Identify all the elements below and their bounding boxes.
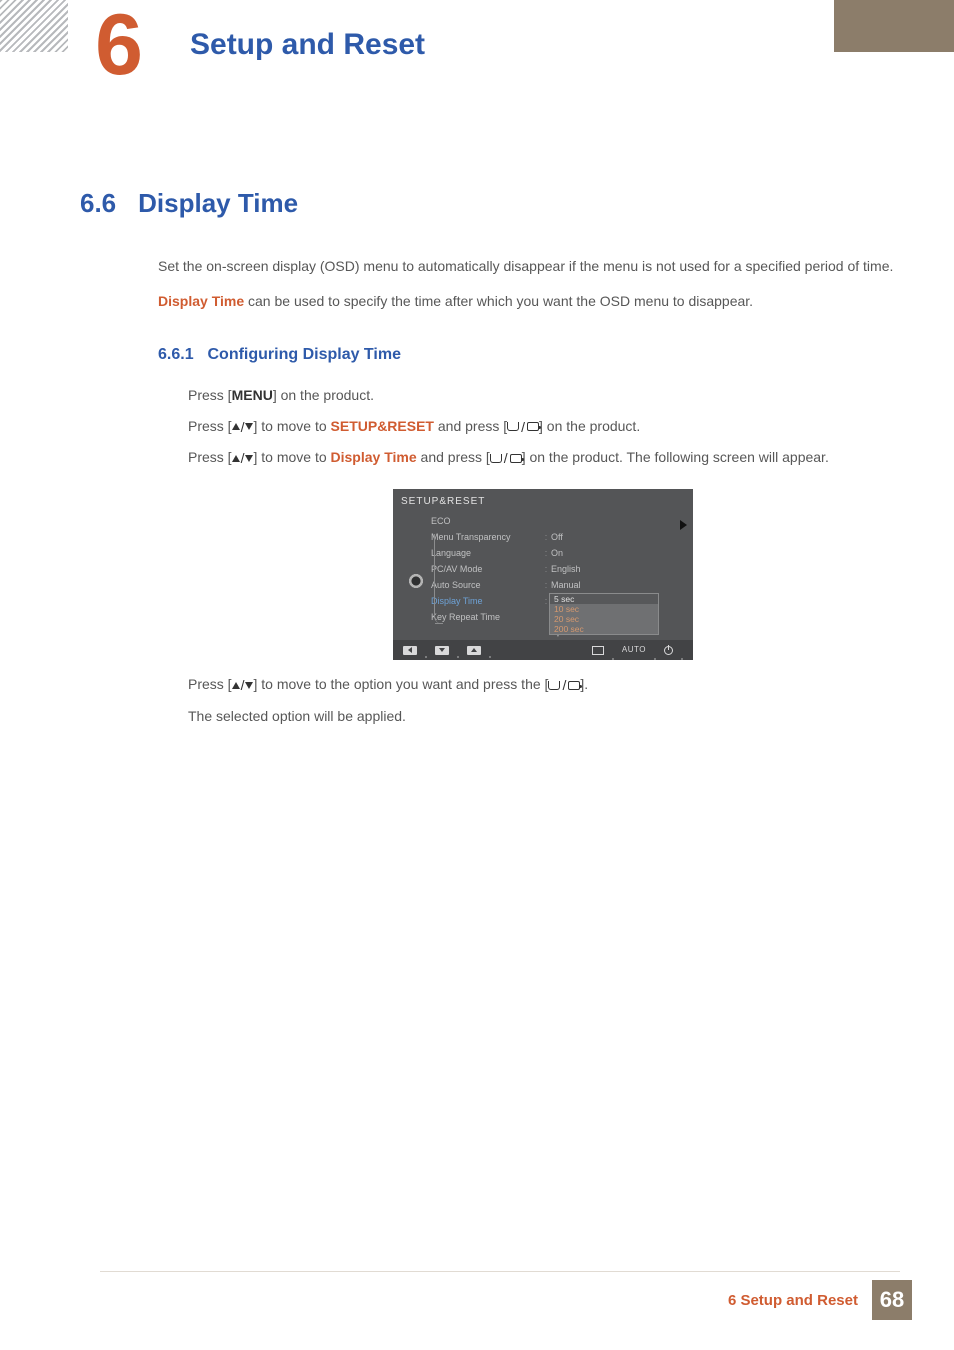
txt: ].: [580, 676, 588, 692]
step-1: Press [MENU] on the product.: [188, 383, 898, 408]
osd-val: On: [551, 546, 685, 562]
footer-rule: [100, 1271, 900, 1272]
return-icon: [592, 646, 604, 655]
subsection-number: 6.6.1: [158, 346, 194, 363]
osd-row-language: Language:On: [431, 546, 685, 562]
chapter-badge: 6: [78, 6, 156, 84]
popup-opt-5sec: 5 sec: [550, 594, 658, 604]
txt: ] to move to: [253, 449, 330, 465]
intro-p2: Display Time can be used to specify the …: [158, 289, 898, 314]
popup-opt-20sec: 20 sec: [550, 614, 658, 624]
txt: ] to move to: [253, 418, 330, 434]
osd-footer: AUTO: [393, 640, 693, 660]
osd-label: ECO: [431, 514, 541, 530]
popup-opt-10sec: 10 sec: [550, 604, 658, 614]
osd-popup: 5 sec 10 sec 20 sec 200 sec: [549, 593, 659, 635]
step-list: Press [MENU] on the product. Press [/] t…: [188, 383, 898, 728]
up-down-icon: /: [232, 446, 254, 471]
section-title: Display Time: [138, 188, 298, 219]
chapter-title: Setup and Reset: [190, 28, 425, 62]
subsection-heading: 6.6.1 Configuring Display Time: [158, 341, 898, 369]
section-body: Set the on-screen display (OSD) menu to …: [158, 254, 898, 734]
txt: ] to move to the option you want and pre…: [253, 676, 548, 692]
txt: Press [: [188, 387, 232, 403]
txt: and press [: [434, 418, 507, 434]
up-down-icon: /: [232, 673, 254, 698]
power-icon: [664, 646, 673, 655]
osd-row-pcav: PC/AV Mode:English: [431, 562, 685, 578]
menu-word: MENU: [232, 387, 273, 403]
osd-val: Manual: [551, 578, 685, 594]
step-4: Press [/] to move to the option you want…: [188, 672, 898, 698]
sep: :: [541, 562, 551, 578]
txt: Press [: [188, 418, 232, 434]
osd-row-transparency: Menu Transparency:Off: [431, 530, 685, 546]
osd-label: PC/AV Mode: [431, 562, 541, 578]
osd-val: English: [551, 562, 685, 578]
sep: :: [541, 546, 551, 562]
sep: :: [541, 578, 551, 594]
popup-opt-200sec: 200 sec: [550, 624, 658, 634]
txt: ] on the product.: [539, 418, 640, 434]
osd-row-eco: ECO: [431, 514, 685, 530]
txt: Press [: [188, 676, 232, 692]
left-nav-icon: [403, 646, 417, 655]
txt: ] on the product.: [273, 387, 374, 403]
txt: The selected option will be applied.: [188, 704, 898, 729]
down-nav-icon: [435, 646, 449, 655]
txt: Press [: [188, 449, 232, 465]
footer-text: 6 Setup and Reset: [728, 1292, 858, 1309]
step-5: The selected option will be applied.: [188, 704, 898, 729]
auto-label: AUTO: [622, 643, 646, 657]
intro-keyword: Display Time: [158, 293, 244, 309]
osd-title: SETUP&RESET: [393, 489, 693, 515]
step-2: Press [/] to move to SETUP&RESET and pre…: [188, 414, 898, 440]
kw: SETUP&RESET: [331, 418, 434, 434]
page-footer: 6 Setup and Reset 68: [728, 1280, 912, 1320]
intro-p1: Set the on-screen display (OSD) menu to …: [158, 254, 898, 279]
enter-icon: /: [548, 673, 580, 698]
osd-label: Language: [431, 546, 541, 562]
osd-label: Key Repeat Time: [431, 610, 541, 626]
kw: Display Time: [331, 449, 417, 465]
txt: and press [: [417, 449, 490, 465]
section-heading: 6.6 Display Time: [80, 188, 298, 219]
sep: :: [541, 530, 551, 546]
section-number: 6.6: [80, 188, 116, 219]
osd-label: Display Time: [431, 594, 541, 610]
header-hatch: [0, 0, 68, 52]
osd-label: Menu Transparency: [431, 530, 541, 546]
osd-val: Off: [551, 530, 685, 546]
osd-screenshot: SETUP&RESET ECO Menu Transparency:Off: [393, 489, 693, 661]
intro-p2-rest: can be used to specify the time after wh…: [244, 293, 753, 309]
up-down-icon: /: [232, 415, 254, 440]
enter-icon: /: [490, 446, 522, 471]
up-nav-icon: [467, 646, 481, 655]
osd-label: Auto Source: [431, 578, 541, 594]
gear-icon: [407, 572, 425, 590]
osd-row-autosource: Auto Source:Manual: [431, 578, 685, 594]
enter-icon: /: [507, 415, 539, 440]
tree-line: [434, 534, 444, 624]
page-number: 68: [872, 1280, 912, 1320]
header-band: [834, 0, 954, 52]
chapter-number: 6: [95, 2, 139, 88]
subsection-title: Configuring Display Time: [207, 346, 401, 363]
txt: ] on the product. The following screen w…: [522, 449, 829, 465]
step-3: Press [/] to move to Display Time and pr…: [188, 445, 898, 471]
